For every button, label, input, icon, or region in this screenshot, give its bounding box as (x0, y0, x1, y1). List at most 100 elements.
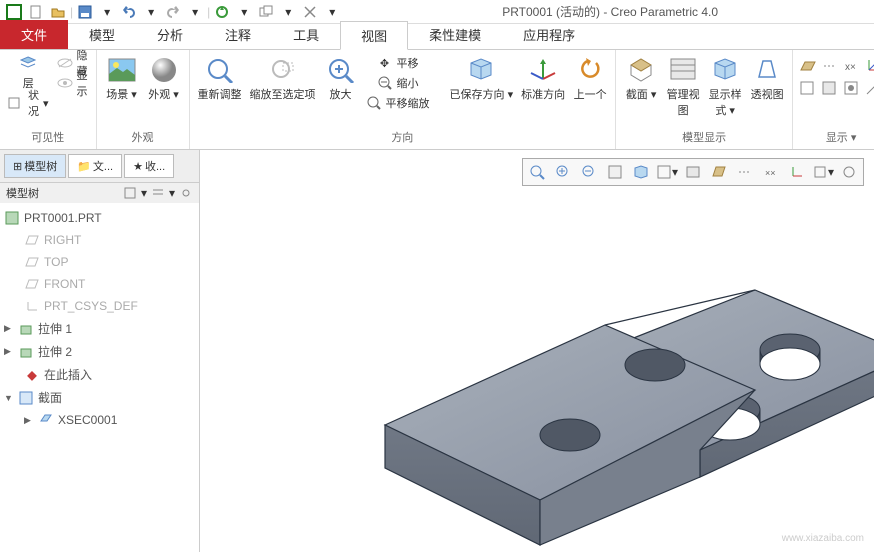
display-style-label: 显示样式 (709, 89, 742, 117)
tree-extrude2[interactable]: ▶拉伸 2 (4, 340, 195, 363)
tree-datum-front[interactable]: FRONT (4, 273, 195, 295)
folder-icon: 📁 (77, 160, 91, 173)
content-area: ⊞模型树 📁文... ★收... 模型树 ▾ ▾ PRT0001.PRT RIG… (0, 150, 874, 552)
3d-viewport[interactable]: ▾ ×× ▾ (200, 150, 874, 552)
chevron-down-icon[interactable]: ▾ (97, 2, 117, 22)
point-icon[interactable]: x× (843, 58, 861, 74)
tab-flex[interactable]: 柔性建模 (408, 20, 502, 49)
tree-csys[interactable]: PRT_CSYS_DEF (4, 295, 195, 317)
standard-orient-label: 标准方向 (521, 86, 565, 102)
display-opt3-icon[interactable] (843, 80, 861, 96)
section-node-icon (18, 390, 34, 406)
tree-settings-icon[interactable] (179, 186, 193, 200)
tree-tab-fav[interactable]: ★收... (124, 154, 174, 178)
tree-extrude1[interactable]: ▶拉伸 1 (4, 317, 195, 340)
display-opt2-icon[interactable] (821, 80, 839, 96)
collapse-icon[interactable]: ▼ (4, 393, 14, 403)
chevron-down-icon[interactable]: ▾ (322, 2, 342, 22)
tree-section-node[interactable]: ▼截面 (4, 386, 195, 409)
scene-button[interactable]: 场景 ▾ (103, 54, 141, 104)
zoom-to-button[interactable]: 缩放至选定项 (248, 54, 318, 104)
group-display-label: 显示 (826, 132, 848, 144)
tree-xsec[interactable]: ▶XSEC0001 (4, 409, 195, 431)
tab-model[interactable]: 模型 (68, 20, 136, 49)
look-button[interactable]: 外观 ▾ (145, 54, 183, 104)
windows-icon[interactable] (256, 2, 276, 22)
manage-views-label: 管理视图 (666, 86, 700, 118)
perspective-button[interactable]: 透视图 (748, 54, 786, 104)
insert-icon: ◆ (24, 367, 40, 383)
appearance-icon (148, 56, 180, 84)
display-opt4-icon[interactable] (865, 80, 874, 96)
tab-view[interactable]: 视图 (340, 21, 408, 50)
pan-button[interactable]: ✥平移 (375, 54, 421, 72)
tab-tools[interactable]: 工具 (272, 20, 340, 49)
zoom-in-button[interactable]: 放大 (322, 54, 360, 104)
pan-label: 平移 (397, 55, 419, 71)
zoom-in-label: 放大 (330, 86, 352, 102)
state-icon (8, 95, 24, 111)
tree-tool2-icon[interactable] (151, 186, 165, 200)
section-button[interactable]: 截面 ▾ (622, 54, 660, 104)
tree-datum-top[interactable]: TOP (4, 251, 195, 273)
pan-zoom-button[interactable]: 平移缩放 (364, 94, 432, 112)
ribbon-group-display: x× 显示 ▾ (793, 50, 874, 149)
tab-apps[interactable]: 应用程序 (502, 20, 596, 49)
xsec-icon (38, 412, 54, 428)
tree-root[interactable]: PRT0001.PRT (4, 207, 195, 229)
manage-views-button[interactable]: 管理视图 (664, 54, 702, 120)
csys-icon[interactable] (865, 58, 874, 74)
extrude-icon (18, 344, 34, 360)
previous-view-button[interactable]: 上一个 (571, 54, 609, 104)
state-button[interactable]: 状况▾ (6, 94, 51, 112)
chevron-down-icon[interactable]: ▾ (234, 2, 254, 22)
manage-views-icon (667, 56, 699, 84)
svg-text:x×: x× (845, 62, 856, 73)
chevron-down-icon[interactable]: ▾ (141, 2, 161, 22)
window-title: PRT0001 (活动的) - Creo Parametric 4.0 (346, 3, 874, 20)
chevron-down-icon[interactable]: ▾ (278, 2, 298, 22)
tab-analysis[interactable]: 分析 (136, 20, 204, 49)
redo-icon[interactable] (163, 2, 183, 22)
axis-icon[interactable] (821, 58, 839, 74)
tab-annotate[interactable]: 注释 (204, 20, 272, 49)
watermark-text: www.xiazaiba.com (782, 533, 864, 544)
ribbon-group-visibility: 层 状况▾ 隐藏 显示 可见性 (0, 50, 97, 149)
datum-plane-icon[interactable] (799, 58, 817, 74)
refit-label: 重新调整 (198, 86, 242, 102)
perspective-icon (751, 56, 783, 84)
csys-icon (24, 298, 40, 314)
tree-tab-model[interactable]: ⊞模型树 (4, 154, 66, 178)
expand-icon[interactable]: ▶ (4, 346, 14, 357)
saved-orient-icon (465, 56, 497, 84)
display-style-button[interactable]: 显示样式 ▾ (706, 54, 744, 120)
zoom-to-icon (267, 56, 299, 84)
tree-icon: ⊞ (13, 160, 22, 173)
zoom-to-label: 缩放至选定项 (250, 86, 316, 102)
app-menu-icon[interactable] (4, 2, 24, 22)
expand-icon[interactable]: ▶ (24, 415, 34, 426)
show-button[interactable]: 显示 (55, 74, 90, 92)
refit-button[interactable]: 重新调整 (196, 54, 244, 104)
ribbon: 层 状况▾ 隐藏 显示 可见性 场景 ▾ 外观 ▾ 外观 (0, 50, 874, 150)
regen-icon[interactable] (212, 2, 232, 22)
expand-icon[interactable]: ▶ (4, 323, 14, 334)
tree-insert-here[interactable]: ◆在此插入 (4, 363, 195, 386)
tab-file[interactable]: 文件 (0, 20, 68, 49)
tree-tab-folder[interactable]: 📁文... (68, 154, 122, 178)
saved-orient-button[interactable]: 已保存方向 ▾ (448, 54, 516, 104)
display-opt1-icon[interactable] (799, 80, 817, 96)
tree-tool1-icon[interactable] (123, 186, 137, 200)
tree-body: PRT0001.PRT RIGHT TOP FRONT PRT_CSYS_DEF… (0, 203, 199, 552)
zoom-out-button[interactable]: 缩小 (375, 74, 421, 92)
chevron-down-icon[interactable]: ▾ (185, 2, 205, 22)
tree-datum-right[interactable]: RIGHT (4, 229, 195, 251)
undo-icon[interactable] (119, 2, 139, 22)
open-icon[interactable] (48, 2, 68, 22)
model-tree-panel: ⊞模型树 📁文... ★收... 模型树 ▾ ▾ PRT0001.PRT RIG… (0, 150, 200, 552)
layers-button[interactable] (18, 54, 38, 72)
close-icon[interactable] (300, 2, 320, 22)
save-icon[interactable] (75, 2, 95, 22)
standard-orient-button[interactable]: 标准方向 (519, 54, 567, 104)
new-icon[interactable] (26, 2, 46, 22)
